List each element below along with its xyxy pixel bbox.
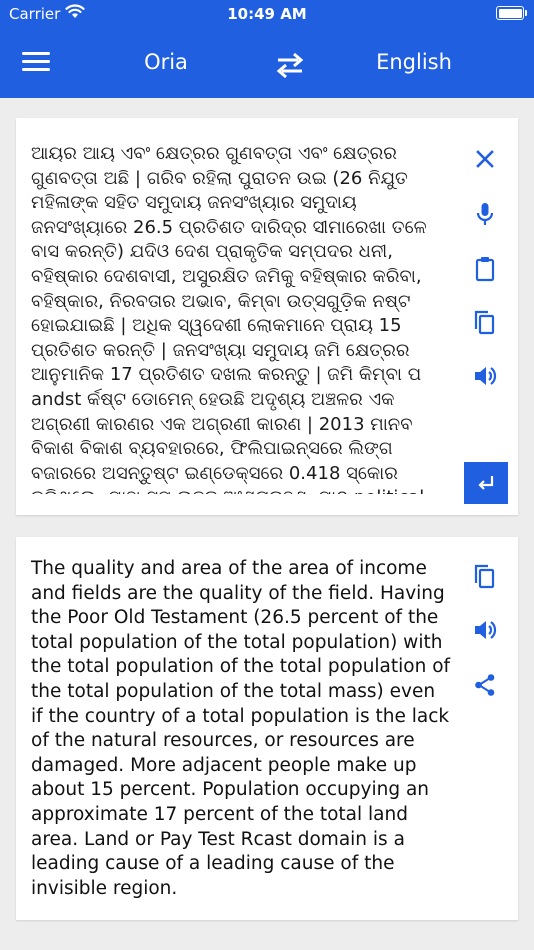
speaker-icon	[475, 621, 497, 639]
voice-input-button[interactable]	[470, 199, 500, 229]
copy-translation-button[interactable]	[470, 561, 500, 591]
copy-source-button[interactable]	[470, 307, 500, 337]
microphone-icon	[476, 203, 494, 225]
close-icon	[476, 150, 494, 168]
translate-button[interactable]	[464, 462, 508, 504]
translation-card: The quality and area of the area of inco…	[16, 537, 518, 920]
paste-button[interactable]	[470, 254, 500, 284]
translated-text: The quality and area of the area of inco…	[31, 558, 451, 899]
clear-button[interactable]	[470, 144, 500, 174]
swap-languages-button[interactable]	[273, 50, 307, 80]
clipboard-icon	[475, 257, 495, 282]
status-bar: Carrier 10:49 AM	[0, 0, 534, 30]
app-header: Carrier 10:49 AM Oria English	[0, 0, 534, 98]
toolbar: Oria English	[0, 36, 534, 98]
swap-arrows-icon	[276, 52, 304, 79]
copy-icon	[474, 564, 495, 589]
copy-icon	[474, 310, 495, 335]
share-icon	[475, 674, 495, 696]
battery-icon	[496, 6, 527, 20]
status-time: 10:49 AM	[227, 5, 307, 23]
speak-translation-button[interactable]	[470, 615, 500, 645]
source-text-input[interactable]: ଆୟର ଆୟ ଏବଂ କ୍ଷେତ୍ରର ଗୁଣବତ୍ତା ଏବଂ କ୍ଷେତ୍ର…	[31, 142, 431, 494]
share-translation-button[interactable]	[470, 670, 500, 700]
enter-icon	[478, 476, 494, 490]
menu-button[interactable]	[22, 50, 50, 74]
speak-source-button[interactable]	[470, 361, 500, 391]
source-card: ଆୟର ଆୟ ଏବଂ କ୍ଷେତ୍ରର ଗୁଣବତ୍ତା ଏବଂ କ୍ଷେତ୍ର…	[16, 118, 518, 515]
target-language-button[interactable]: English	[345, 50, 483, 74]
speaker-icon	[475, 367, 497, 385]
source-language-button[interactable]: Oria	[100, 50, 232, 74]
